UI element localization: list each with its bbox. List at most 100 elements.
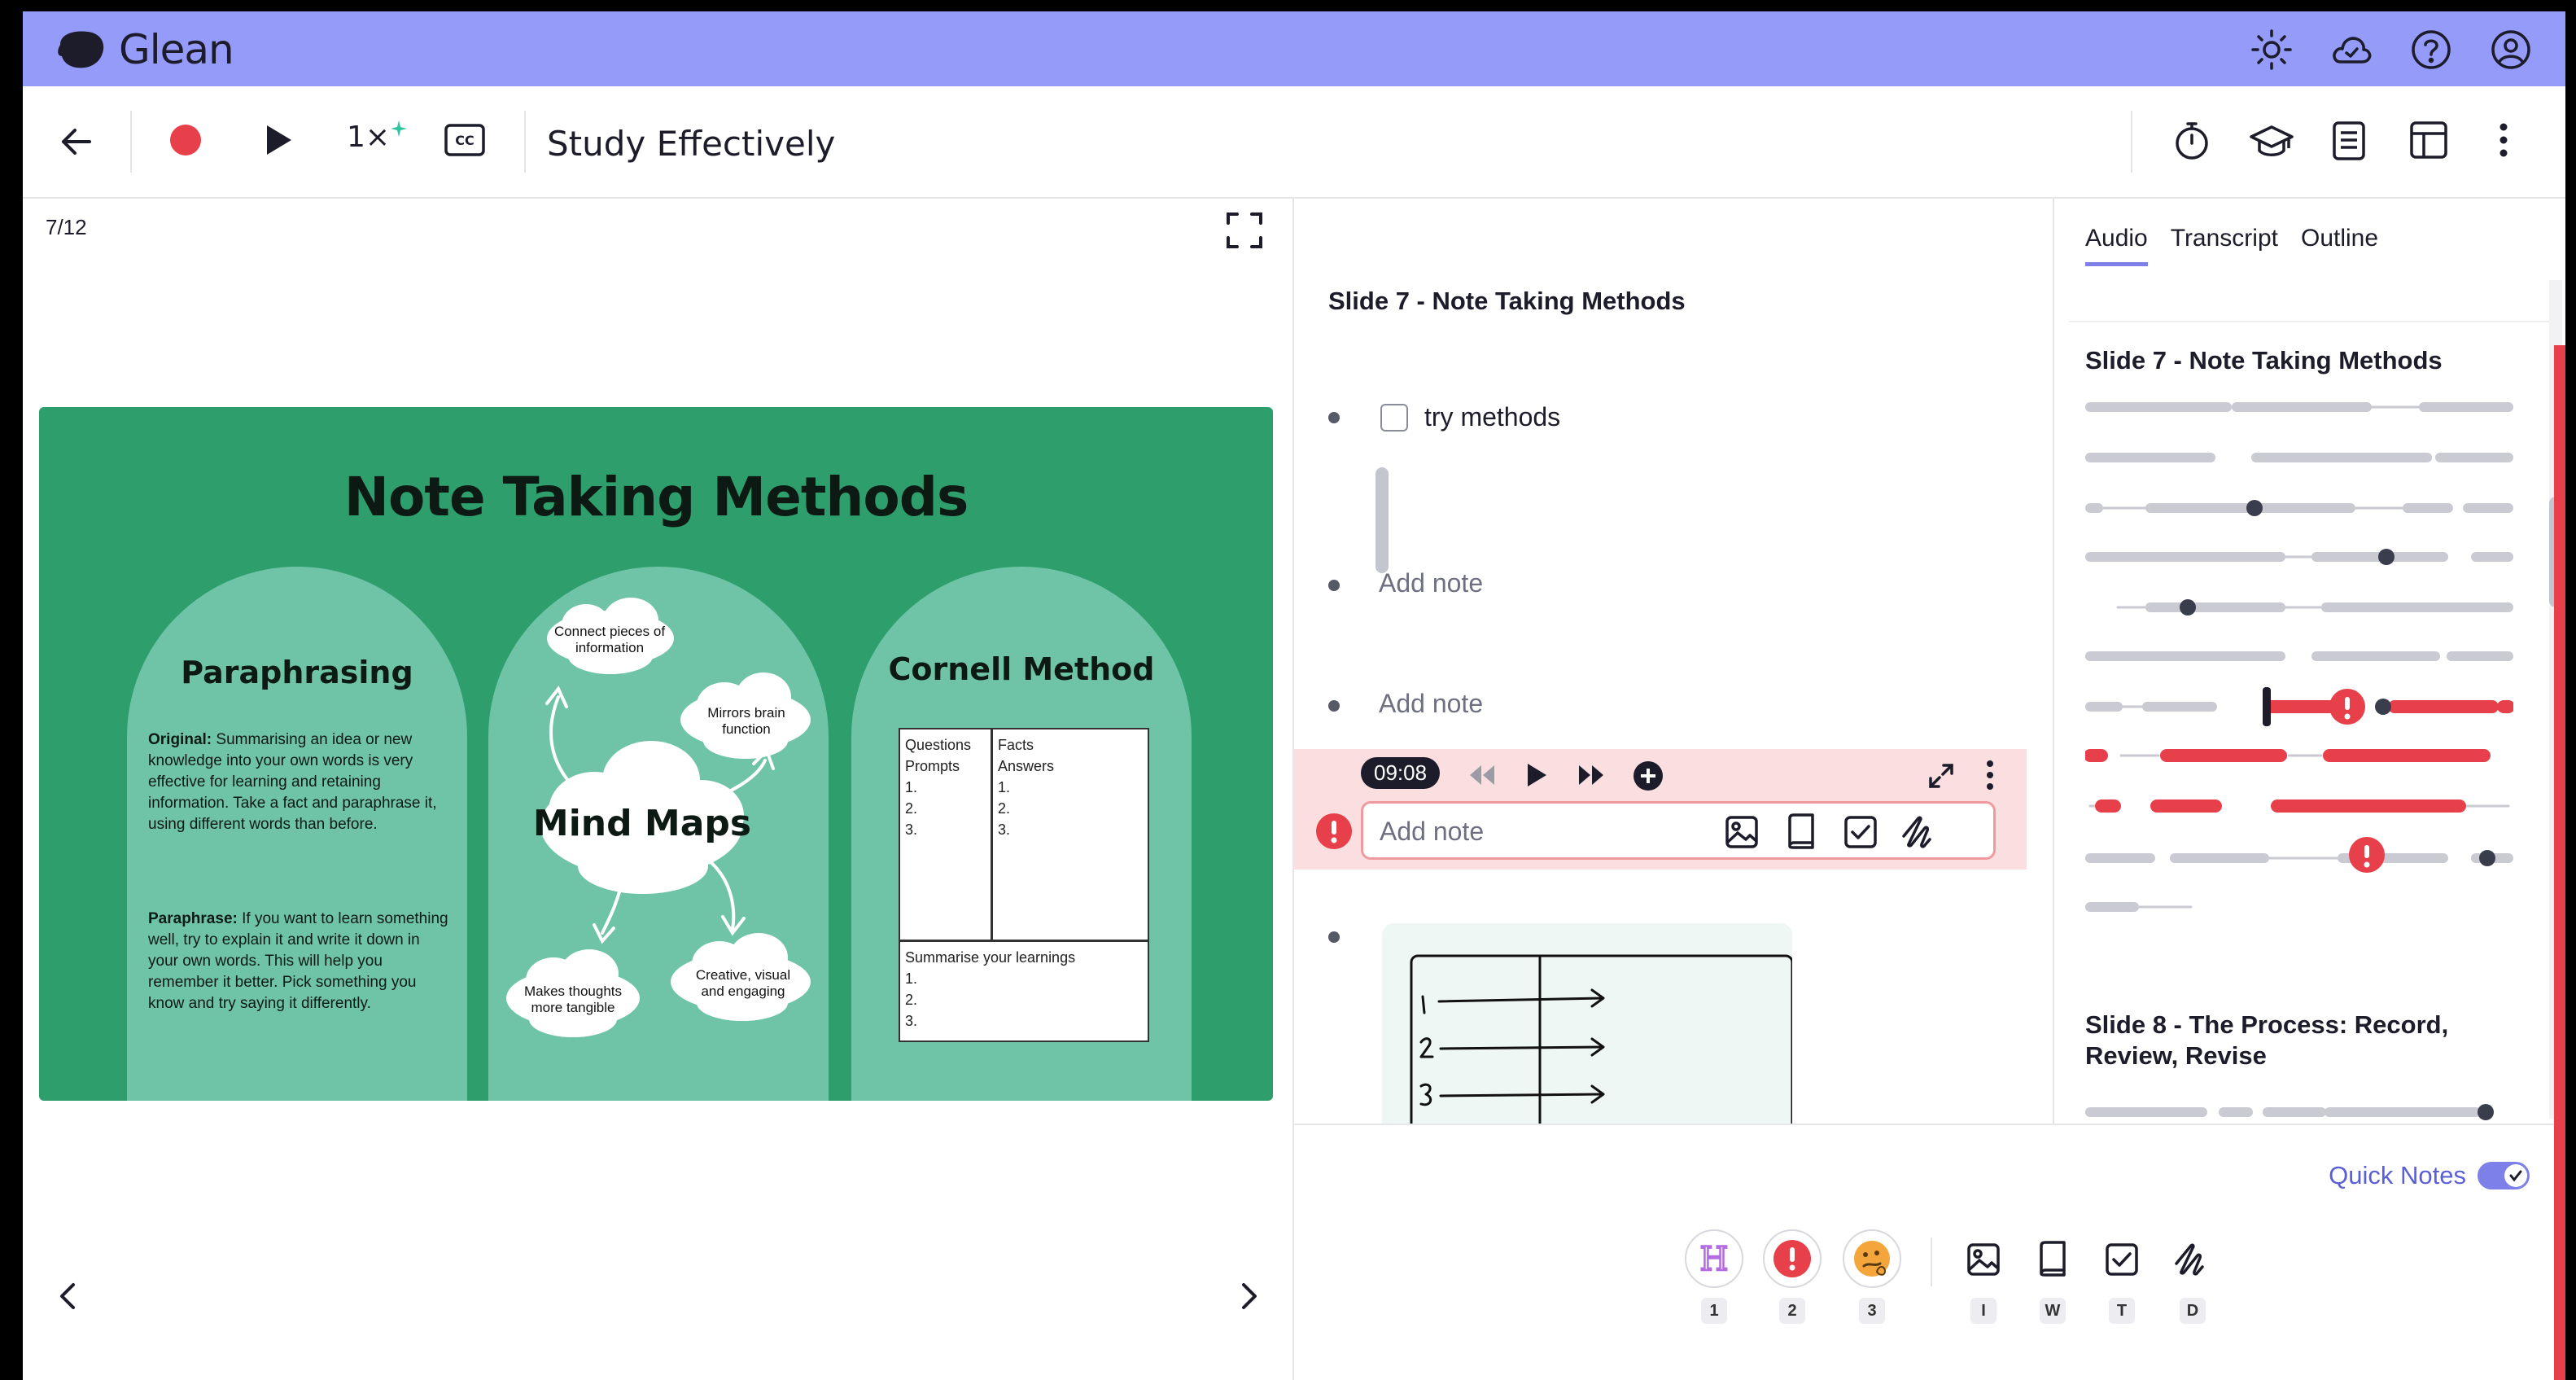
cornell-facts: Facts <box>998 737 1034 753</box>
cornell-num: 3. <box>998 821 1011 838</box>
layout-button[interactable] <box>2409 120 2448 160</box>
chevron-right-icon <box>1242 1283 1257 1309</box>
stopwatch-icon <box>2176 122 2208 160</box>
sketch-note[interactable] <box>1382 923 1792 1124</box>
previous-slide-button[interactable] <box>55 1280 80 1316</box>
checkbox-icon[interactable] <box>1843 815 1878 849</box>
play-small-icon[interactable] <box>1525 762 1548 788</box>
cornell-num: 2. <box>905 800 918 817</box>
highlight-tool-button[interactable]: H <box>1685 1229 1743 1288</box>
play-button[interactable] <box>264 124 293 156</box>
graduation-cap-icon <box>2250 125 2294 156</box>
shortcut-key: I <box>1970 1298 1997 1324</box>
tab-transcript[interactable]: Transcript <box>2171 225 2278 266</box>
notes-section-title: Slide 7 - Note Taking Methods <box>1328 287 1686 315</box>
notes-scrollbar[interactable] <box>1375 467 1389 573</box>
tab-outline[interactable]: Outline <box>2301 225 2378 266</box>
draw-icon[interactable] <box>1900 813 1940 851</box>
window-edge <box>2554 345 2565 1380</box>
cornell-heading: Cornell Method <box>888 651 1155 687</box>
cloud-makes-thoughts: Makes thoughts more tangible <box>523 984 622 1015</box>
note-text[interactable]: try methods <box>1424 402 1560 432</box>
shortcut-key: 2 <box>1779 1298 1805 1324</box>
confused-face-icon <box>1854 1241 1890 1277</box>
hand-drawn-sketch <box>1410 954 1792 1124</box>
audio-panel: Audio Transcript Outline Slide 7 - Note … <box>2053 199 2565 1380</box>
book-icon[interactable] <box>1787 813 1816 849</box>
document-icon <box>2333 121 2365 160</box>
cornell-num: 1. <box>905 970 918 987</box>
playback-speed-button[interactable]: 1× <box>347 120 408 154</box>
paraphrasing-original: Original: Summarising an idea or new kno… <box>148 729 449 835</box>
timer-button[interactable] <box>2171 120 2212 161</box>
note-input-box <box>1361 801 1996 860</box>
add-note-field[interactable]: Add note <box>1379 568 1483 598</box>
slide-title: Note Taking Methods <box>343 466 969 528</box>
cornell-num: 3. <box>905 1013 918 1029</box>
more-options-button[interactable] <box>2497 120 2510 160</box>
svg-text:CC: CC <box>455 133 474 148</box>
highlight-h-icon: H <box>1699 1240 1729 1277</box>
sun-icon[interactable] <box>2250 28 2294 72</box>
expand-diagonal-icon[interactable] <box>1927 762 1955 790</box>
player-toolbar: 1× CC Study Effectively <box>23 86 2565 199</box>
sparkle-icon <box>391 120 408 137</box>
svg-text:H: H <box>1700 1241 1729 1277</box>
notes-panel: Slide 7 - Note Taking Methods try method… <box>1294 199 2027 1124</box>
account-icon[interactable] <box>2489 28 2533 72</box>
shortcut-key: 3 <box>1859 1298 1885 1324</box>
cornell-answers: Answers <box>998 758 1055 774</box>
note-bullet <box>1328 412 1340 423</box>
note-checkbox[interactable] <box>1380 404 1408 432</box>
cornell-summary: Summarise your learnings <box>905 949 1076 966</box>
cornell-num: 1. <box>905 779 918 795</box>
important-tool-button[interactable] <box>1763 1229 1822 1288</box>
active-note-row: 09:08 <box>1294 749 2027 870</box>
back-button[interactable] <box>57 122 96 161</box>
image-icon[interactable] <box>1725 815 1759 849</box>
image-icon[interactable] <box>1966 1242 2001 1277</box>
paraphrasing-paraphrase: Paraphrase: If you want to learn somethi… <box>148 909 449 1014</box>
audio-section-title[interactable]: Slide 7 - Note Taking Methods <box>2085 345 2443 376</box>
cornell-num: 3. <box>905 821 918 838</box>
shortcut-key: 1 <box>1701 1298 1727 1324</box>
note-timestamp[interactable]: 09:08 <box>1361 757 1441 789</box>
app-logo[interactable]: Glean <box>55 26 234 73</box>
record-button[interactable] <box>169 124 202 156</box>
next-slide-button[interactable] <box>1237 1280 1262 1316</box>
cornell-num: 1. <box>998 779 1011 795</box>
notes-view-button[interactable] <box>2331 120 2367 161</box>
cloud-connect-pieces: Connect pieces of information <box>553 624 666 655</box>
help-icon[interactable] <box>2409 28 2453 72</box>
paraphrasing-panel: Paraphrasing Original: Summarising an id… <box>127 567 467 1101</box>
cornell-num: 2. <box>905 992 918 1008</box>
note-bullet <box>1328 931 1340 943</box>
glean-logo-icon <box>58 31 104 68</box>
captions-button[interactable]: CC <box>444 124 485 156</box>
app-name: Glean <box>119 26 234 73</box>
tab-audio[interactable]: Audio <box>2085 225 2148 266</box>
more-vertical-icon[interactable] <box>1984 759 1996 791</box>
audio-waveform[interactable] <box>2085 1102 2513 1122</box>
chevron-left-icon <box>60 1283 75 1309</box>
important-icon <box>1773 1240 1811 1277</box>
add-note-field[interactable]: Add note <box>1379 689 1483 719</box>
audio-section-title[interactable]: Slide 8 - The Process: Record, Review, R… <box>2085 1010 2525 1071</box>
cloud-sync-icon[interactable] <box>2329 28 2373 72</box>
slide-counter: 7/12 <box>46 215 87 239</box>
fast-forward-icon[interactable] <box>1577 764 1605 786</box>
fullscreen-button[interactable] <box>1226 212 1263 253</box>
cloud-creative-visual: Creative, visual and engaging <box>695 967 791 999</box>
more-vertical-icon <box>2499 123 2508 157</box>
important-icon[interactable] <box>1315 813 1353 850</box>
rewind-icon[interactable] <box>1468 764 1496 786</box>
add-circle-icon[interactable] <box>1633 760 1664 791</box>
session-title[interactable]: Study Effectively <box>547 124 835 164</box>
closed-captions-icon: CC <box>444 124 485 156</box>
note-input[interactable] <box>1378 812 1690 851</box>
audio-waveform[interactable] <box>2085 402 2513 923</box>
mind-maps-panel: Connect pieces of information Mirrors br… <box>488 567 829 1101</box>
study-mode-button[interactable] <box>2250 120 2294 161</box>
confused-tool-button[interactable] <box>1843 1229 1901 1288</box>
cornell-template: Questions Prompts 1. 2. 3. Facts Answers… <box>899 728 1149 1042</box>
